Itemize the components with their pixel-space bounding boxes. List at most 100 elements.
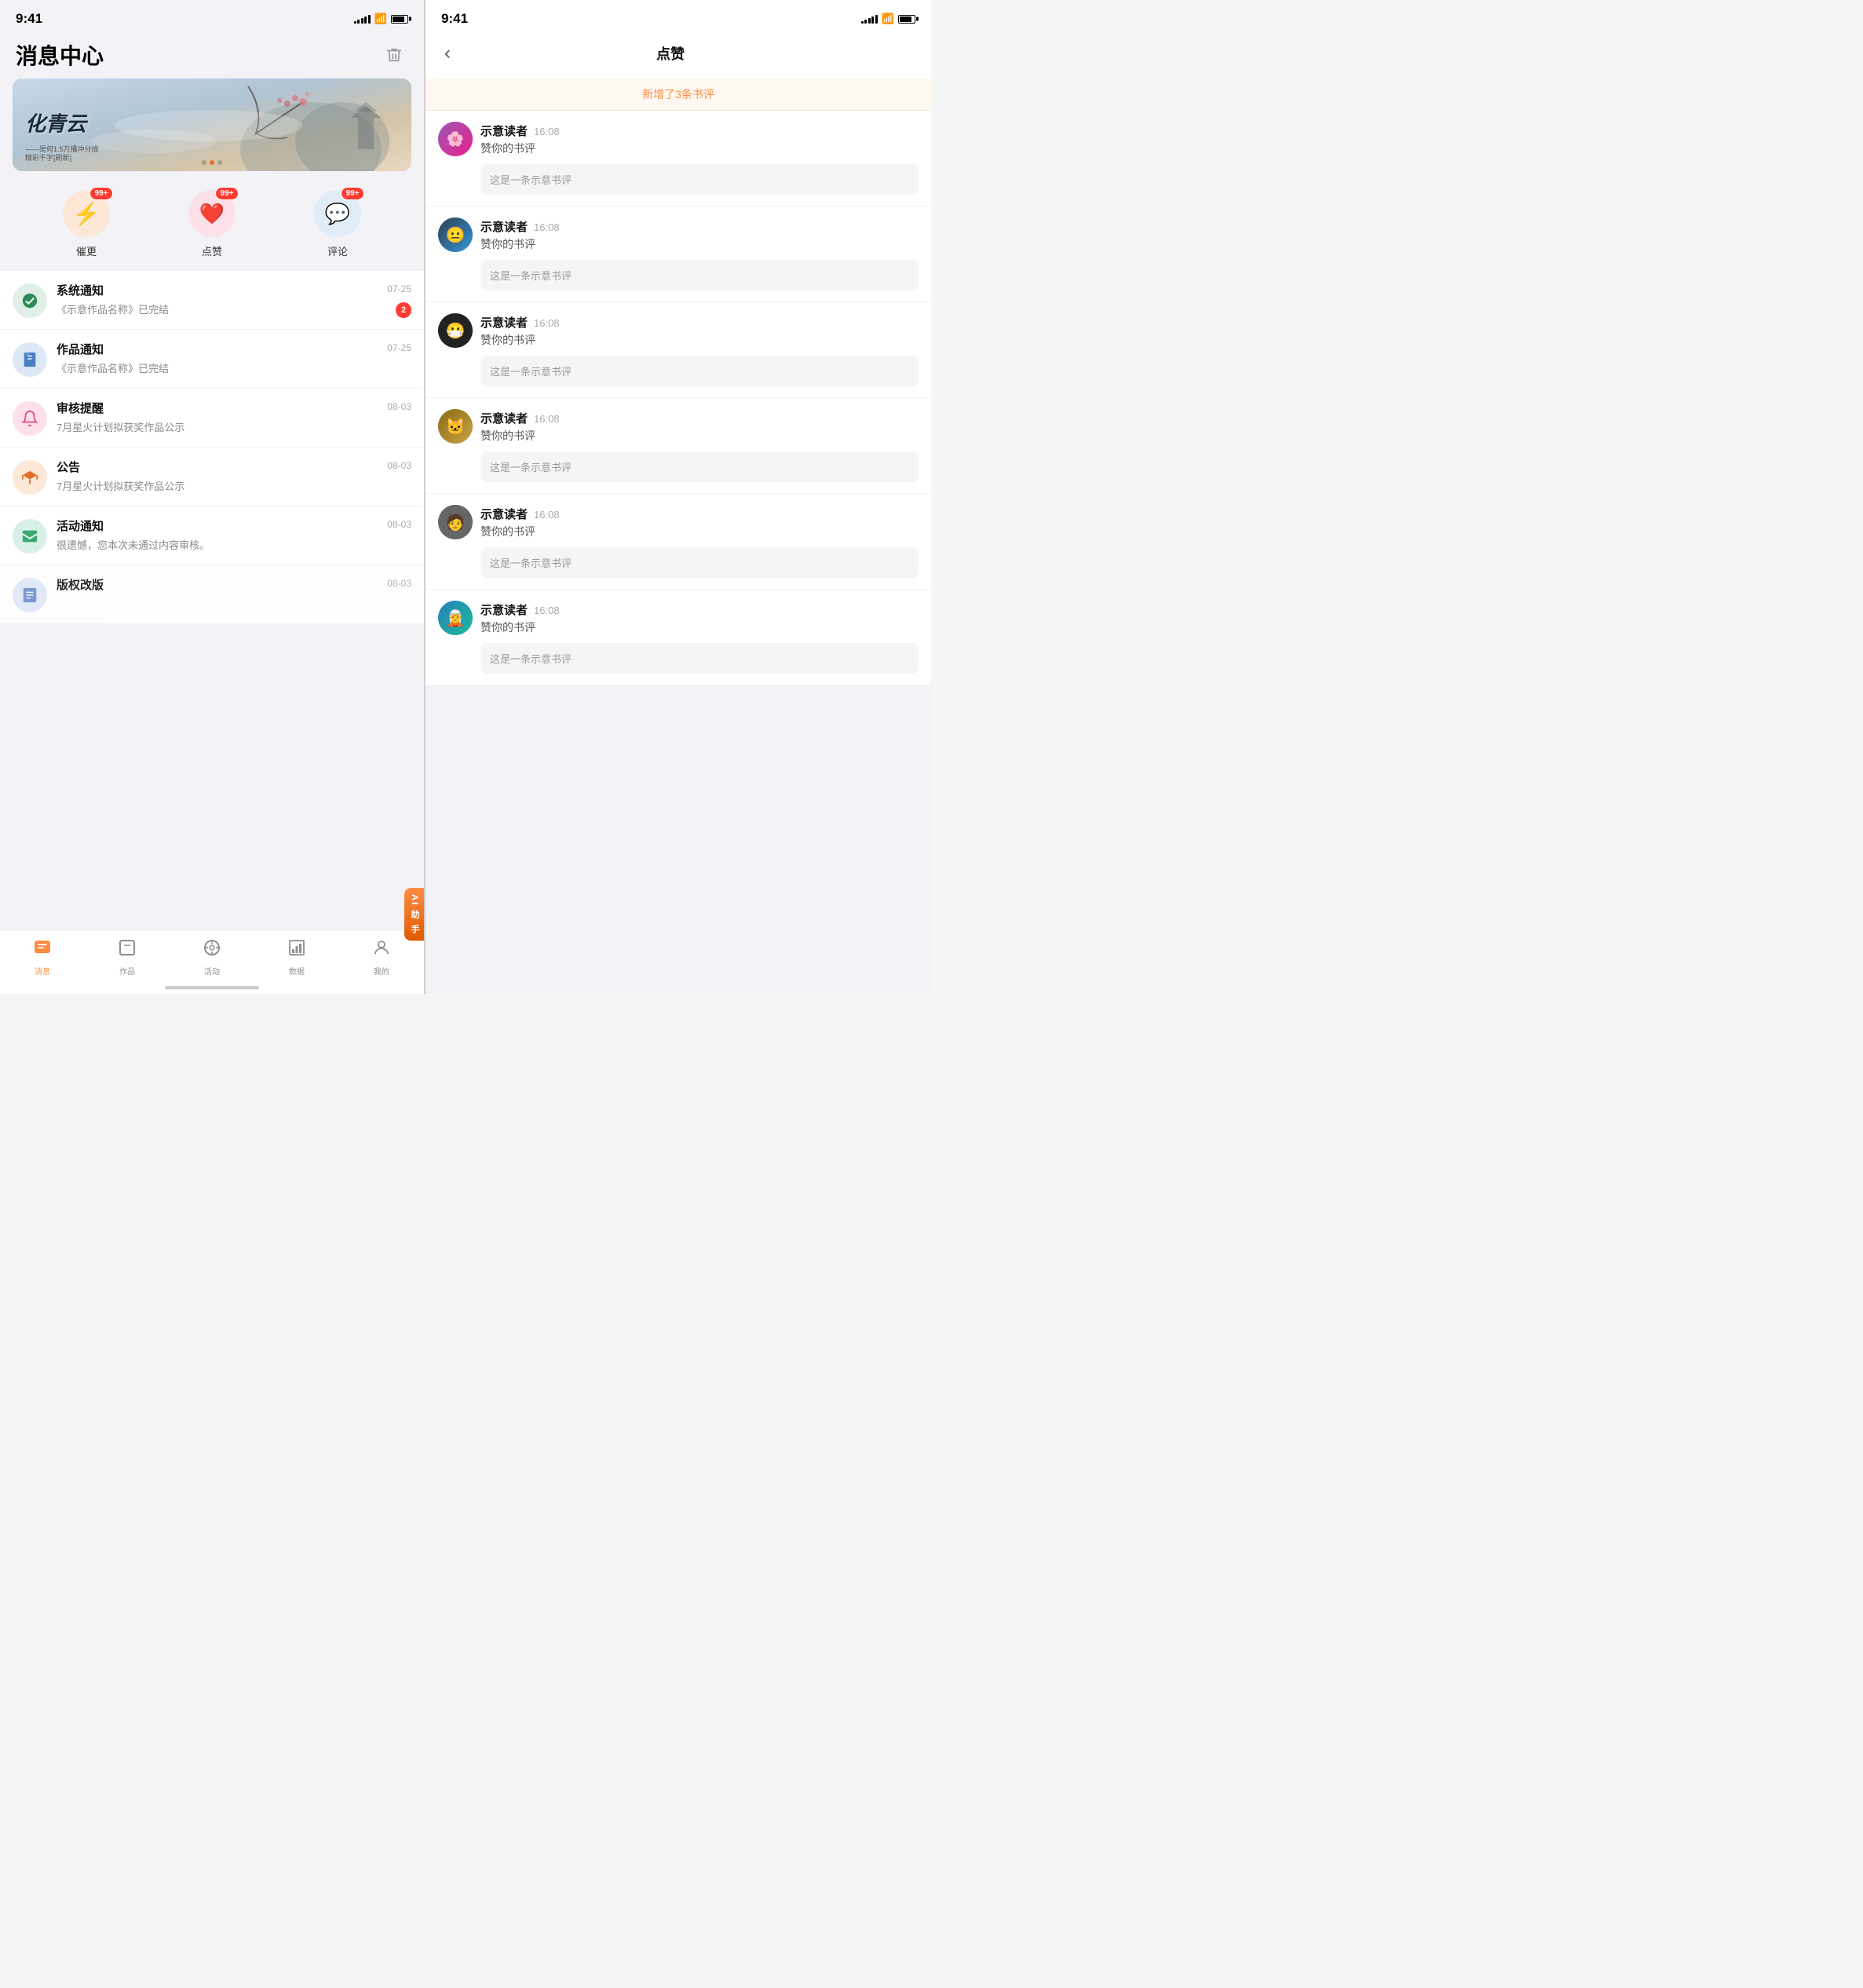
- nav-messages[interactable]: 消息: [0, 938, 85, 977]
- activity-icon: [13, 519, 47, 554]
- notif-announce[interactable]: 公告 7月星火计划拟获奖作品公示 08-03: [0, 448, 424, 506]
- right-header: ‹ 点赞: [426, 31, 931, 79]
- like-username-6: 示意读者16:08: [480, 601, 919, 618]
- like-item-6-header: 🧝 示意读者16:08 赞你的书评: [438, 601, 919, 635]
- like-preview-5: 这是一条示意书评: [480, 547, 919, 578]
- svg-text:🌸: 🌸: [447, 130, 464, 147]
- like-item-1-header: 🌸 示意读者16:08 赞你的书评: [438, 122, 919, 156]
- nav-activity-label: 活动: [204, 965, 220, 977]
- svg-text:🧝: 🧝: [446, 608, 466, 627]
- right-page-title: 点赞: [457, 43, 884, 64]
- work-content: 作品通知 《示意作品名称》已完结: [57, 341, 411, 375]
- like-label: 点赞: [202, 243, 222, 258]
- heart-icon: ❤️: [199, 202, 225, 226]
- banner-dot-3: [217, 160, 222, 165]
- nav-messages-label: 消息: [35, 965, 50, 977]
- banner-art: 化青云 ——是何1.5万播冲分成 精彩千字[刷新]: [13, 79, 411, 171]
- avatar-4: 🐱: [438, 409, 473, 444]
- like-item-1[interactable]: 🌸 示意读者16:08 赞你的书评 这是一条示意书评: [426, 111, 931, 206]
- like-list: 🌸 示意读者16:08 赞你的书评 这是一条示意书评 😐 示意: [426, 111, 931, 994]
- work-date: 07-25: [387, 342, 411, 353]
- avatar-2: 😐: [438, 217, 473, 252]
- nav-data-label: 数据: [289, 965, 305, 977]
- copyright-date: 08-03: [387, 578, 411, 589]
- activity-desc: 很遗憾，您本次未通过内容审核。: [57, 537, 411, 552]
- like-user-info-4: 示意读者16:08 赞你的书评: [480, 410, 919, 444]
- notif-work[interactable]: 作品通知 《示意作品名称》已完结 07-25: [0, 330, 424, 388]
- review-desc: 7月星火计划拟获奖作品公示: [57, 419, 411, 434]
- like-username-1: 示意读者16:08: [480, 122, 919, 139]
- nav-works-label: 作品: [119, 965, 135, 977]
- copyright-content: 版权改版: [57, 576, 411, 596]
- comment-label: 评论: [327, 243, 348, 258]
- nav-works[interactable]: 作品: [85, 938, 170, 977]
- category-comment[interactable]: 💬 99+ 评论: [314, 190, 361, 258]
- right-wifi-icon: 📶: [882, 13, 894, 25]
- activity-nav-icon: [203, 938, 221, 962]
- like-action-6: 赞你的书评: [480, 619, 919, 635]
- banner-title: 化青云: [25, 114, 86, 137]
- back-button[interactable]: ‹: [438, 39, 457, 68]
- system-desc: 《示意作品名称》已完结: [57, 301, 411, 316]
- like-item-3-header: 😷 示意读者16:08 赞你的书评: [438, 313, 919, 348]
- left-status-time: 9:41: [16, 11, 42, 27]
- comment-circle: 💬 99+: [314, 190, 361, 237]
- trash-icon[interactable]: [380, 41, 408, 69]
- like-preview-6: 这是一条示意书评: [480, 643, 919, 674]
- notification-list: 系统通知 《示意作品名称》已完结 07-25 2 作品通知 《示意作品名称》已完…: [0, 271, 424, 930]
- like-username-4: 示意读者16:08: [480, 410, 919, 426]
- like-item-2[interactable]: 😐 示意读者16:08 赞你的书评 这是一条示意书评: [426, 206, 931, 301]
- category-urge[interactable]: ⚡ 99+ 催更: [63, 190, 110, 258]
- system-content: 系统通知 《示意作品名称》已完结: [57, 282, 411, 316]
- banner[interactable]: 化青云 ——是何1.5万播冲分成 精彩千字[刷新]: [13, 79, 411, 171]
- review-title: 审核提醒: [57, 400, 411, 416]
- like-badge: 99+: [215, 187, 239, 200]
- left-status-bar: 9:41 📶: [0, 0, 424, 31]
- nav-data[interactable]: 数据: [254, 938, 339, 977]
- like-preview-3: 这是一条示意书评: [480, 356, 919, 386]
- like-item-3[interactable]: 😷 示意读者16:08 赞你的书评 这是一条示意书评: [426, 302, 931, 397]
- messages-icon: [33, 938, 52, 962]
- banner-dot-1: [202, 160, 206, 165]
- like-user-info-3: 示意读者16:08 赞你的书评: [480, 314, 919, 348]
- like-item-6[interactable]: 🧝 示意读者16:08 赞你的书评 这是一条示意书评: [426, 590, 931, 685]
- avatar-1: 🌸: [438, 122, 473, 156]
- work-desc: 《示意作品名称》已完结: [57, 360, 411, 375]
- like-user-info-6: 示意读者16:08 赞你的书评: [480, 601, 919, 635]
- category-like[interactable]: ❤️ 99+ 点赞: [188, 190, 236, 258]
- new-notice-text: 新增了3条书评: [642, 88, 714, 100]
- urge-label: 催更: [76, 243, 97, 258]
- activity-date: 08-03: [387, 519, 411, 530]
- like-preview-2: 这是一条示意书评: [480, 260, 919, 291]
- like-preview-1: 这是一条示意书评: [480, 164, 919, 195]
- like-item-5[interactable]: 🧑 示意读者16:08 赞你的书评 这是一条示意书评: [426, 494, 931, 589]
- page-title: 消息中心: [16, 39, 104, 71]
- work-title: 作品通知: [57, 341, 411, 357]
- works-icon: [118, 938, 137, 962]
- notif-system[interactable]: 系统通知 《示意作品名称》已完结 07-25 2: [0, 271, 424, 329]
- notif-copyright[interactable]: 版权改版 08-03: [0, 565, 424, 623]
- announce-date: 08-03: [387, 460, 411, 471]
- urge-badge: 99+: [89, 187, 113, 200]
- category-row: ⚡ 99+ 催更 ❤️ 99+ 点赞 💬 99+ 评论: [0, 184, 424, 271]
- svg-text:😐: 😐: [446, 226, 466, 244]
- notif-review[interactable]: 审核提醒 7月星火计划拟获奖作品公示 08-03: [0, 389, 424, 447]
- like-user-info-5: 示意读者16:08 赞你的书评: [480, 506, 919, 539]
- new-notice-bar[interactable]: 新增了3条书评: [426, 79, 931, 111]
- left-panel: 9:41 📶 消息中心: [0, 0, 424, 994]
- notif-activity[interactable]: 活动通知 很遗憾，您本次未通过内容审核。 08-03: [0, 506, 424, 565]
- activity-title: 活动通知: [57, 517, 411, 534]
- like-item-4[interactable]: 🐱 示意读者16:08 赞你的书评 这是一条示意书评: [426, 398, 931, 493]
- ai-float-button[interactable]: AI 助 手: [404, 888, 424, 941]
- like-action-4: 赞你的书评: [480, 428, 919, 444]
- chat-icon: 💬: [325, 202, 350, 226]
- right-status-time: 9:41: [441, 11, 468, 27]
- nav-mine[interactable]: 我的: [339, 938, 424, 977]
- svg-text:🧑: 🧑: [446, 513, 466, 532]
- nav-activity[interactable]: 活动: [170, 938, 254, 977]
- avatar-3: 😷: [438, 313, 473, 348]
- review-icon: [13, 401, 47, 436]
- activity-content: 活动通知 很遗憾，您本次未通过内容审核。: [57, 517, 411, 552]
- lightning-icon: ⚡: [73, 201, 100, 227]
- banner-subtitle2: 精彩千字[刷新]: [25, 152, 71, 163]
